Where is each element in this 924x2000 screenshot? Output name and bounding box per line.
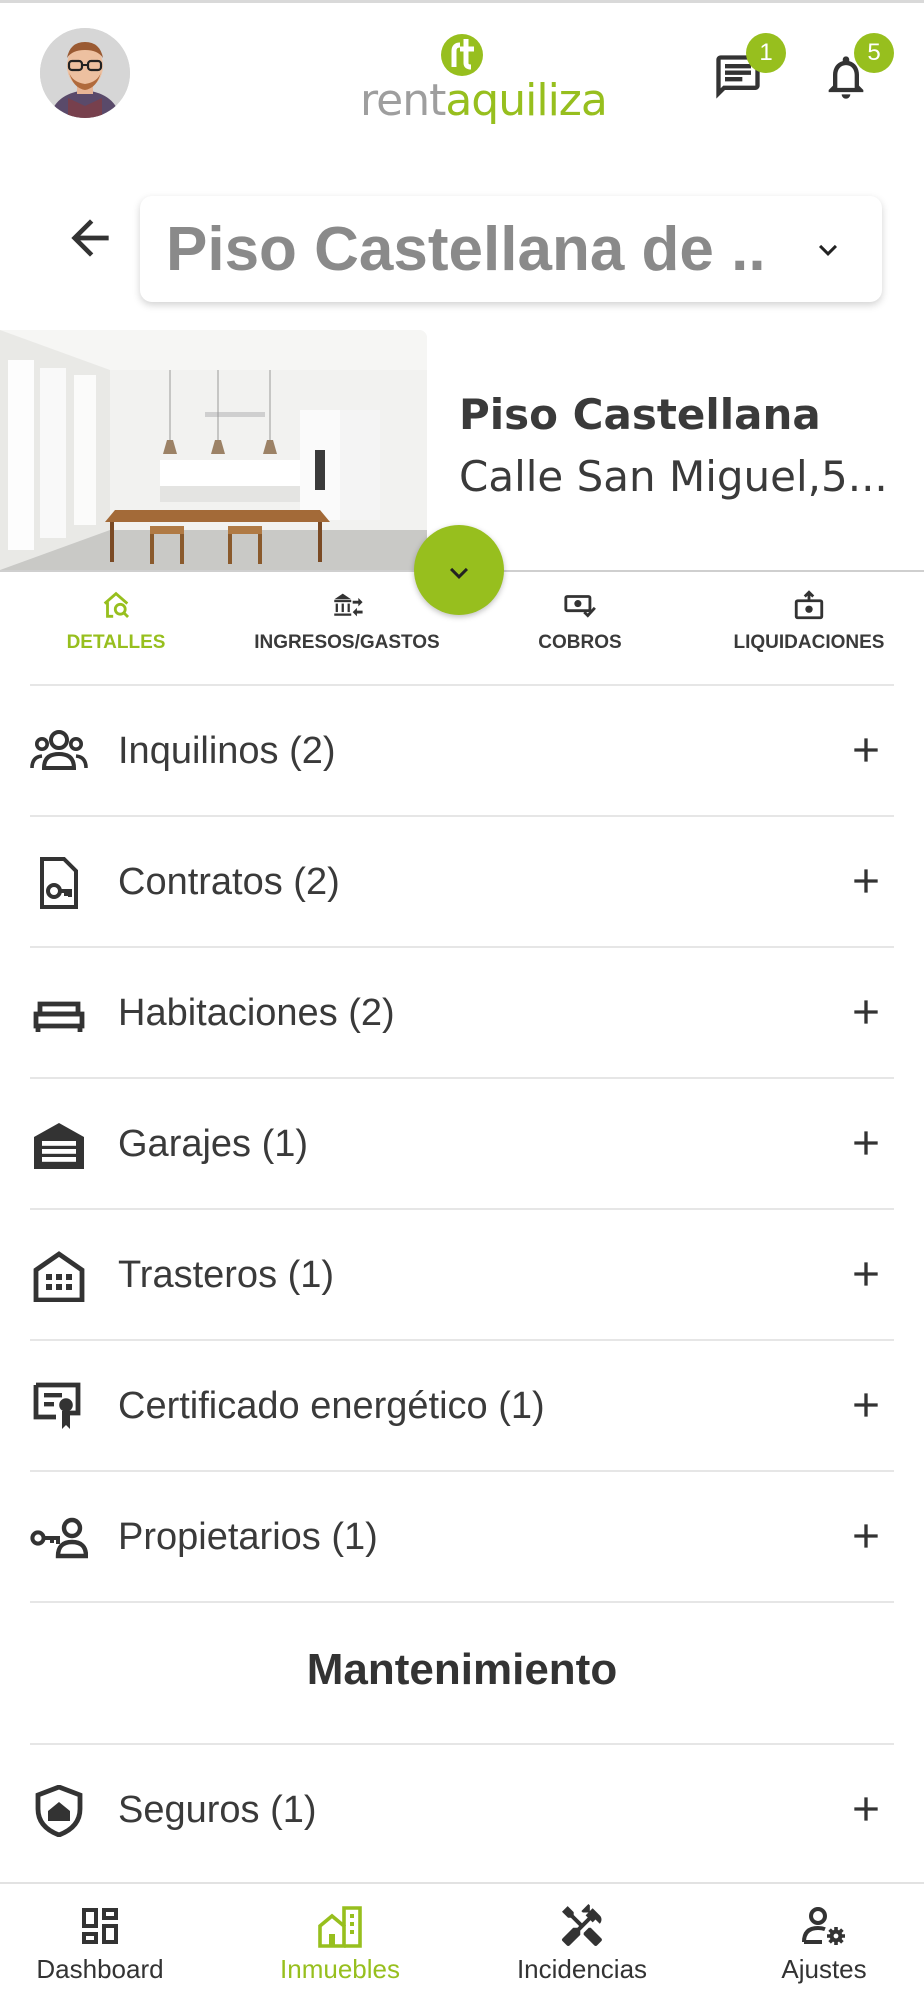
tab-cobros-label: COBROS	[538, 632, 622, 653]
shield-home-icon	[30, 1784, 88, 1838]
list-item-label: Garajes (1)	[118, 1123, 309, 1165]
nav-dashboard[interactable]: Dashboard	[0, 1902, 200, 1985]
bed-icon	[30, 988, 88, 1040]
bottom-navigation: Dashboard Inmuebles Incidencias Ajustes	[0, 1882, 924, 2000]
garage-icon	[30, 1119, 88, 1171]
property-selector[interactable]: Piso Castellana de ...	[140, 196, 882, 302]
list-item-label: Seguros (1)	[118, 1789, 317, 1831]
plus-icon	[854, 1131, 878, 1155]
rentaquiliza-logo: rentaquiliza	[360, 33, 608, 126]
messages-button[interactable]: 1	[712, 33, 786, 103]
add-trastero-button[interactable]	[846, 1254, 886, 1294]
tools-icon	[562, 1904, 602, 1947]
building-icon	[318, 1906, 362, 1948]
contract-key-icon	[30, 857, 88, 909]
messages-badge: 1	[746, 33, 786, 73]
plus-icon	[854, 1797, 878, 1821]
tab-detalles-label: DETALLES	[66, 632, 166, 653]
list-item-label: Inquilinos (2)	[118, 730, 336, 772]
tab-ingresos-gastos-label: INGRESOS/GASTOS	[254, 632, 440, 653]
list-item-label: Habitaciones (2)	[118, 992, 395, 1034]
list-item-label: Trasteros (1)	[118, 1254, 335, 1296]
logo-wordmark: rentaquiliza	[360, 75, 608, 126]
cash-register-icon	[794, 590, 824, 620]
plus-icon	[854, 1000, 878, 1024]
back-button[interactable]	[62, 210, 118, 266]
property-name: Piso Castellana	[459, 390, 821, 439]
chevron-down-icon	[450, 567, 468, 579]
section-title: Mantenimiento	[306, 1645, 618, 1694]
property-details-list: Inquilinos (2) Contratos (2) Habitacione…	[30, 684, 894, 1874]
bank-transfer-icon	[334, 593, 363, 617]
list-item-label: Propietarios (1)	[118, 1516, 378, 1558]
tenants-icon	[30, 726, 88, 778]
nav-inmuebles-label: Inmuebles	[280, 1954, 400, 1984]
add-certificado-button[interactable]	[846, 1385, 886, 1425]
list-item-trasteros[interactable]: Trasteros (1)	[30, 1208, 894, 1339]
plus-icon	[854, 1262, 878, 1286]
list-item-contratos[interactable]: Contratos (2)	[30, 815, 894, 946]
nav-ajustes[interactable]: Ajustes	[724, 1902, 924, 1985]
arrow-left-icon	[71, 219, 109, 257]
property-address: Calle San Miguel,5...	[459, 452, 888, 501]
nav-incidencias[interactable]: Incidencias	[482, 1902, 682, 1985]
user-avatar[interactable]	[40, 28, 130, 118]
dashboard-icon	[82, 1908, 118, 1944]
tab-ingresos-gastos[interactable]: INGRESOS/GASTOS	[247, 588, 447, 668]
add-contrato-button[interactable]	[846, 861, 886, 901]
user-settings-icon	[802, 1907, 845, 1945]
plus-icon	[854, 869, 878, 893]
add-habitacion-button[interactable]	[846, 992, 886, 1032]
certificate-icon	[30, 1381, 88, 1433]
add-garaje-button[interactable]	[846, 1123, 886, 1163]
list-item-seguros[interactable]: Seguros (1)	[30, 1743, 894, 1874]
tab-liquidaciones-label: LIQUIDACIONES	[733, 632, 885, 653]
notifications-badge: 5	[854, 33, 894, 73]
property-photo	[0, 330, 427, 570]
list-item-certificado-energetico[interactable]: Certificado energético (1)	[30, 1339, 894, 1470]
list-item-garajes[interactable]: Garajes (1)	[30, 1077, 894, 1208]
home-search-icon	[103, 591, 130, 619]
cash-check-icon	[564, 595, 596, 618]
plus-icon	[854, 738, 878, 762]
storage-building-icon	[30, 1250, 88, 1303]
list-item-habitaciones[interactable]: Habitaciones (2)	[30, 946, 894, 1077]
property-selector-value: Piso Castellana de ...	[166, 215, 766, 284]
nav-ajustes-label: Ajustes	[781, 1954, 867, 1984]
tab-detalles[interactable]: DETALLES	[36, 588, 196, 668]
add-inquilino-button[interactable]	[846, 730, 886, 770]
add-seguro-button[interactable]	[846, 1789, 886, 1829]
nav-incidencias-label: Incidencias	[516, 1954, 648, 1984]
list-item-label: Certificado energético (1)	[118, 1385, 545, 1427]
logo-word-rent: rent	[360, 75, 446, 126]
nav-dashboard-label: Dashboard	[36, 1954, 164, 1984]
logo-word-aquiliza: aquiliza	[445, 75, 608, 126]
top-bar: rentaquiliza 1 5	[0, 0, 924, 140]
logo-mark-icon	[441, 34, 483, 76]
list-item-label: Contratos (2)	[118, 861, 340, 903]
notifications-button[interactable]: 5	[820, 33, 894, 103]
chevron-down-icon	[819, 244, 837, 256]
nav-inmuebles[interactable]: Inmuebles	[240, 1902, 440, 1985]
add-propietario-button[interactable]	[846, 1516, 886, 1556]
list-item-inquilinos[interactable]: Inquilinos (2)	[30, 684, 894, 815]
maintenance-section-header: Mantenimiento	[30, 1601, 894, 1743]
plus-icon	[854, 1524, 878, 1548]
plus-icon	[854, 1393, 878, 1417]
tab-cobros[interactable]: COBROS	[500, 588, 660, 668]
tab-liquidaciones[interactable]: LIQUIDACIONES	[719, 588, 899, 668]
list-item-propietarios[interactable]: Propietarios (1)	[30, 1470, 894, 1601]
owner-key-icon	[30, 1512, 89, 1564]
